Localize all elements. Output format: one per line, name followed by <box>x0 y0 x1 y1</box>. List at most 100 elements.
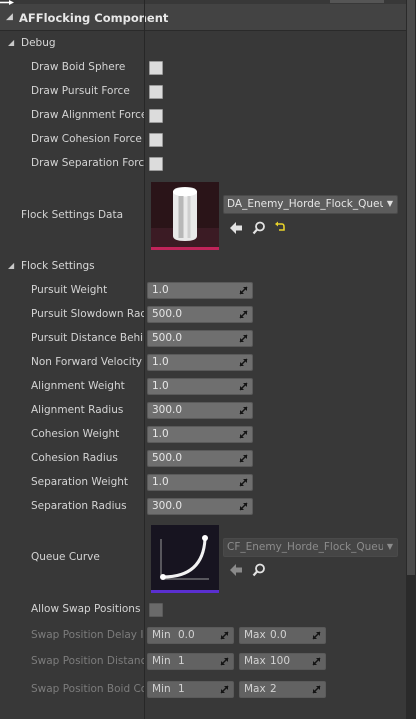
flock-settings-data-row: Flock Settings Data DA_Enemy_Horde_Flock… <box>0 180 406 254</box>
max-label: Max <box>244 683 266 695</box>
drag-handle-icon[interactable] <box>238 357 249 368</box>
reset-arrow-icon[interactable] <box>273 221 287 235</box>
field-value: 1.0 <box>152 428 169 440</box>
max-label: Max <box>244 655 266 667</box>
asset-type-bar <box>151 247 219 250</box>
drag-handle-icon[interactable] <box>238 477 249 488</box>
property-row: Draw Pursuit Force <box>0 80 406 104</box>
expand-triangle-icon[interactable]: ◢ <box>8 261 14 270</box>
pursuit-slowdown-radius-field[interactable]: 500.0 <box>147 306 253 323</box>
column-divider[interactable] <box>144 0 145 719</box>
property-row: Draw Separation Force <box>0 152 406 176</box>
drag-handle-icon[interactable] <box>219 656 230 667</box>
draw-boid-sphere-checkbox[interactable] <box>149 61 163 75</box>
field-value: 1.0 <box>152 356 169 368</box>
category-flock-settings-label: Flock Settings <box>21 260 95 272</box>
browse-magnifier-icon[interactable] <box>252 563 266 577</box>
swap-delay-min-field[interactable]: Min 0.0 <box>147 627 234 644</box>
field-value: 300.0 <box>152 500 183 512</box>
alignment-radius-field[interactable]: 300.0 <box>147 402 253 419</box>
data-asset-thumbnail[interactable] <box>151 182 219 250</box>
draw-separation-force-checkbox[interactable] <box>149 157 163 171</box>
field-value: 500.0 <box>152 308 183 320</box>
queue-curve-asset-combo[interactable]: CF_Enemy_Horde_Flock_Queue ▼ <box>223 538 398 557</box>
alignment-weight-field[interactable]: 1.0 <box>147 378 253 395</box>
max-label: Max <box>244 629 266 641</box>
collapse-triangle-icon[interactable]: ◢ <box>6 12 13 22</box>
drag-handle-icon[interactable] <box>238 309 249 320</box>
category-flock-settings[interactable]: ◢ Flock Settings <box>0 256 406 278</box>
swap-boid-count-min-field[interactable]: Min 1 <box>147 681 234 698</box>
flock-settings-asset-combo[interactable]: DA_Enemy_Horde_Flock_Queue ▼ <box>223 195 398 214</box>
property-label: Alignment Weight <box>31 380 125 392</box>
drag-handle-icon[interactable] <box>311 656 322 667</box>
field-value: 1.0 <box>152 380 169 392</box>
curve-asset-thumbnail[interactable] <box>151 525 219 593</box>
drag-handle-icon[interactable] <box>238 429 249 440</box>
swap-distance-min-field[interactable]: Min 1 <box>147 653 234 670</box>
use-selected-arrow-icon[interactable] <box>229 221 243 235</box>
property-label: Cohesion Radius <box>31 452 118 464</box>
drag-handle-icon[interactable] <box>238 501 249 512</box>
property-label: Allow Swap Positions <box>31 603 141 615</box>
swap-delay-max-field[interactable]: Max 0.0 <box>239 627 326 644</box>
separation-radius-field[interactable]: 300.0 <box>147 498 253 515</box>
property-row: Swap Position Distanc Min 1 Max 100 <box>0 650 406 674</box>
min-value: 1 <box>178 683 185 695</box>
drag-handle-icon[interactable] <box>311 684 322 695</box>
property-row: Draw Boid Sphere <box>0 56 406 80</box>
property-label: Queue Curve <box>31 551 100 563</box>
property-row: Allow Swap Positions <box>0 598 406 622</box>
field-value: 1.0 <box>152 476 169 488</box>
property-label: Pursuit Distance Behin <box>31 332 144 344</box>
drag-handle-icon[interactable] <box>238 333 249 344</box>
min-value: 0.0 <box>178 629 195 641</box>
toolbar-strip <box>330 0 384 3</box>
component-title: AFFlocking Component <box>19 11 169 25</box>
drag-handle-icon[interactable] <box>238 381 249 392</box>
max-value: 100 <box>270 655 291 667</box>
property-row: Alignment Radius 300.0 <box>0 399 406 423</box>
allow-swap-positions-checkbox[interactable] <box>149 603 163 617</box>
drag-handle-icon[interactable] <box>219 684 230 695</box>
scrollbar-thumb[interactable] <box>407 0 415 575</box>
property-row: Non Forward Velocity E 1.0 <box>0 351 406 375</box>
non-forward-velocity-field[interactable]: 1.0 <box>147 354 253 371</box>
property-label: Swap Position Delay In <box>31 629 144 641</box>
details-panel: ◢ AFFlocking Component ◢ Debug Draw Boid… <box>0 0 406 719</box>
dropdown-arrow-icon: ▼ <box>386 199 393 208</box>
category-debug[interactable]: ◢ Debug <box>0 33 406 55</box>
pursuit-distance-behind-field[interactable]: 500.0 <box>147 330 253 347</box>
field-value: 500.0 <box>152 452 183 464</box>
property-row: Separation Radius 300.0 <box>0 495 406 519</box>
pursuit-weight-field[interactable]: 1.0 <box>147 282 253 299</box>
vertical-scrollbar[interactable] <box>406 0 416 719</box>
expand-triangle-icon[interactable]: ◢ <box>8 38 14 47</box>
cohesion-radius-field[interactable]: 500.0 <box>147 450 253 467</box>
separation-weight-field[interactable]: 1.0 <box>147 474 253 491</box>
use-selected-arrow-icon[interactable] <box>229 563 243 577</box>
field-value: 300.0 <box>152 404 183 416</box>
draw-cohesion-force-checkbox[interactable] <box>149 133 163 147</box>
swap-distance-max-field[interactable]: Max 100 <box>239 653 326 670</box>
property-label: Swap Position Boid Co <box>31 683 144 695</box>
drag-handle-icon[interactable] <box>238 453 249 464</box>
min-label: Min <box>152 629 171 641</box>
browse-magnifier-icon[interactable] <box>252 221 266 235</box>
drag-handle-icon[interactable] <box>238 285 249 296</box>
max-value: 2 <box>270 683 277 695</box>
drag-handle-icon[interactable] <box>311 630 322 641</box>
component-header[interactable]: ◢ AFFlocking Component <box>0 4 406 31</box>
asset-type-bar <box>151 590 219 593</box>
cohesion-weight-field[interactable]: 1.0 <box>147 426 253 443</box>
draw-alignment-force-checkbox[interactable] <box>149 109 163 123</box>
draw-pursuit-force-checkbox[interactable] <box>149 85 163 99</box>
data-asset-icon <box>151 182 219 247</box>
property-label: Draw Boid Sphere <box>31 61 126 73</box>
field-value: 1.0 <box>152 284 169 296</box>
drag-handle-icon[interactable] <box>219 630 230 641</box>
drag-handle-icon[interactable] <box>238 405 249 416</box>
property-label: Cohesion Weight <box>31 428 120 440</box>
swap-boid-count-max-field[interactable]: Max 2 <box>239 681 326 698</box>
property-row: Pursuit Slowdown Radi 500.0 <box>0 303 406 327</box>
